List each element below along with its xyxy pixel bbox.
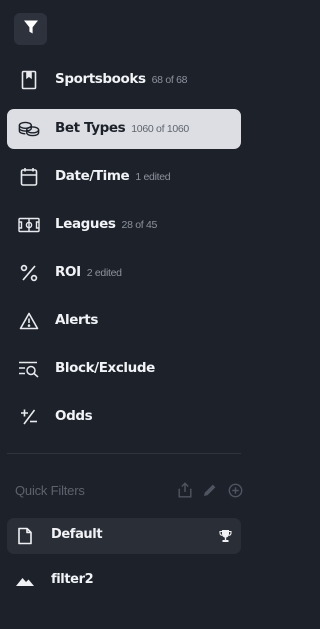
nav-item-sportsbooks[interactable]: Sportsbooks 68 of 68 [7, 60, 241, 100]
edit-icon[interactable] [202, 481, 218, 499]
document-icon [15, 527, 35, 545]
nav-item-block-exclude[interactable]: Block/Exclude [7, 349, 241, 389]
quick-filters-actions [177, 481, 243, 499]
quick-filter-default[interactable]: Default [7, 518, 241, 554]
search-list-icon [18, 359, 40, 379]
filter-icon [23, 19, 39, 40]
percent-icon [18, 263, 40, 283]
quick-filter-label: filter2 [51, 572, 94, 587]
mountain-icon [15, 572, 35, 590]
calendar-icon [18, 167, 40, 187]
nav-item-label: Block/Exclude [55, 360, 155, 376]
nav-item-date-time[interactable]: Date/Time 1 edited [7, 157, 241, 197]
nav-item-bet-types[interactable]: Bet Types 1060 of 1060 [7, 109, 241, 149]
nav-item-count: 1 edited [135, 171, 171, 183]
add-circle-icon[interactable] [227, 481, 243, 499]
section-divider [7, 453, 241, 454]
share-icon[interactable] [177, 481, 193, 499]
chips-icon [18, 119, 40, 139]
nav-item-count: 68 of 68 [151, 74, 188, 86]
filter-button[interactable] [14, 13, 47, 45]
plus-minus-icon [18, 407, 40, 427]
quick-filter-label: Default [51, 527, 103, 542]
nav-item-odds[interactable]: Odds [7, 397, 241, 437]
nav-item-count: 1060 of 1060 [131, 123, 189, 135]
nav-item-count: 28 of 45 [121, 219, 158, 231]
quick-filter-filter2[interactable]: filter2 [7, 563, 241, 599]
nav-item-label: Bet Types [55, 120, 126, 136]
nav-item-alerts[interactable]: Alerts [7, 301, 241, 341]
quick-filters-header: Quick Filters [15, 481, 243, 501]
trophy-icon [218, 528, 232, 544]
nav-item-label: Leagues [55, 216, 116, 232]
nav-item-roi[interactable]: ROI 2 edited [7, 253, 241, 293]
field-icon [18, 215, 40, 235]
nav-item-label: Date/Time [55, 168, 130, 184]
quick-filters-title: Quick Filters [15, 483, 85, 498]
nav-item-label: Odds [55, 408, 93, 424]
nav-item-leagues[interactable]: Leagues 28 of 45 [7, 205, 241, 245]
warning-icon [18, 311, 40, 331]
book-icon [18, 70, 40, 90]
nav-item-count: 2 edited [86, 267, 122, 279]
nav-item-label: ROI [55, 264, 81, 280]
nav-item-label: Alerts [55, 312, 98, 328]
nav-item-label: Sportsbooks [55, 71, 146, 87]
